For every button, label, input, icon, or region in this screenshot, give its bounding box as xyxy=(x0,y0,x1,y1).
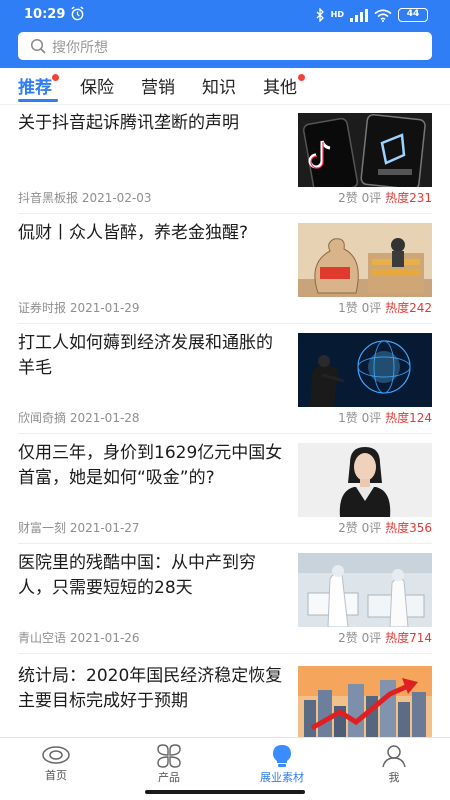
heat-score: 热度714 xyxy=(385,631,432,645)
article-thumbnail xyxy=(298,113,432,187)
search-icon xyxy=(30,38,46,54)
lightbulb-icon xyxy=(273,745,291,767)
likes-count: 2赞 xyxy=(338,191,358,205)
article-stats: 2赞 0评 热度714 xyxy=(338,629,432,646)
article-stats: 1赞 0评 热度124 xyxy=(338,409,432,426)
article-source: 青山空语 2021-01-26 xyxy=(18,631,140,645)
article-thumbnail xyxy=(298,666,432,737)
divider xyxy=(18,323,432,324)
bluetooth-icon xyxy=(316,8,324,22)
article-title: 打工人如何薅到经济发展和通胀的羊毛 xyxy=(18,333,273,378)
tab-other-badge xyxy=(298,74,305,81)
article-item[interactable]: 仅用三年，身价到1629亿元中国女首富，她是如何“吸金”的? 财富一刻 2021… xyxy=(0,435,450,545)
article-stats: 1赞 0评 热度242 xyxy=(338,299,432,316)
status-time: 10:29 xyxy=(24,7,66,22)
nav-home-label: 首页 xyxy=(45,769,67,782)
nav-products-label: 产品 xyxy=(158,771,180,784)
network-type-label: HD xyxy=(330,10,344,19)
nav-me-label: 我 xyxy=(388,771,400,784)
article-item[interactable]: 医院里的残酷中国：从中产到穷人，只需要短短的28天 青山空语 2021-01-2… xyxy=(0,545,450,655)
battery-indicator: 44 xyxy=(398,8,428,22)
top-header: 10:29 HD 44 搜你所想 xyxy=(0,0,450,68)
wifi-icon xyxy=(374,8,392,22)
heat-score: 热度231 xyxy=(385,191,432,205)
bottom-nav: 首页 产品 展业素材 我 xyxy=(0,737,450,785)
article-thumbnail xyxy=(298,553,432,627)
article-stats: 2赞 0评 热度356 xyxy=(338,519,432,536)
comments-count: 0评 xyxy=(361,411,382,425)
article-title: 仅用三年，身价到1629亿元中国女首富，她是如何“吸金”的? xyxy=(18,443,283,488)
likes-count: 1赞 xyxy=(338,411,358,425)
status-bar: 10:29 HD 44 xyxy=(0,0,450,30)
nav-home[interactable]: 首页 xyxy=(21,744,91,783)
nav-materials[interactable]: 展业素材 xyxy=(247,744,317,785)
article-item[interactable]: 打工人如何薅到经济发展和通胀的羊毛 欣闻奇摘 2021-01-28 1赞 0评 … xyxy=(0,325,450,435)
article-feed: 关于抖音起诉腾讯垄断的声明 抖音黑板报 2021-02-03 2赞 0评 热度2… xyxy=(0,105,450,737)
signal-icon xyxy=(350,8,368,22)
nav-materials-label: 展业素材 xyxy=(260,771,304,784)
heat-score: 热度242 xyxy=(385,301,432,315)
article-item[interactable]: 关于抖音起诉腾讯垄断的声明 抖音黑板报 2021-02-03 2赞 0评 热度2… xyxy=(0,105,450,215)
article-title: 医院里的残酷中国：从中产到穷人，只需要短短的28天 xyxy=(18,553,256,598)
article-thumbnail xyxy=(298,333,432,407)
divider xyxy=(18,653,432,654)
article-title: 侃财丨众人皆醉，养老金独醒? xyxy=(18,223,249,243)
divider xyxy=(18,543,432,544)
article-title: 关于抖音起诉腾讯垄断的声明 xyxy=(18,113,239,133)
tab-knowledge[interactable]: 知识 xyxy=(202,73,236,98)
article-title: 统计局：2020年国民经济稳定恢复 主要目标完成好于预期 xyxy=(18,666,283,711)
tab-other[interactable]: 其他 xyxy=(263,73,297,98)
tab-marketing[interactable]: 营销 xyxy=(141,73,175,98)
article-source: 欣闻奇摘 2021-01-28 xyxy=(18,411,140,425)
search-input[interactable]: 搜你所想 xyxy=(18,32,432,60)
comments-count: 0评 xyxy=(361,191,382,205)
article-source: 财富一刻 2021-01-27 xyxy=(18,521,140,535)
alarm-icon xyxy=(71,6,84,21)
nav-me[interactable]: 我 xyxy=(359,744,429,785)
comments-count: 0评 xyxy=(361,301,382,315)
article-item[interactable]: 侃财丨众人皆醉，养老金独醒? 证券时报 2021-01-29 1赞 0评 热度2… xyxy=(0,215,450,325)
divider xyxy=(18,433,432,434)
article-item[interactable]: 统计局：2020年国民经济稳定恢复 主要目标完成好于预期 xyxy=(0,658,450,737)
heat-score: 热度124 xyxy=(385,411,432,425)
likes-count: 2赞 xyxy=(338,521,358,535)
article-thumbnail xyxy=(298,443,432,517)
search-placeholder: 搜你所想 xyxy=(52,40,108,56)
article-source: 抖音黑板报 2021-02-03 xyxy=(18,191,152,205)
category-tabs: 推荐 保险 营销 知识 其他 xyxy=(0,68,450,104)
status-icons: HD 44 xyxy=(316,7,428,23)
article-stats: 2赞 0评 热度231 xyxy=(338,189,432,206)
comments-count: 0评 xyxy=(361,521,382,535)
article-source: 证券时报 2021-01-29 xyxy=(18,301,140,315)
tab-recommend[interactable]: 推荐 xyxy=(18,73,52,98)
home-indicator[interactable] xyxy=(145,790,305,794)
article-thumbnail xyxy=(298,223,432,297)
home-eye-icon xyxy=(42,746,70,764)
tab-recommend-badge xyxy=(52,74,59,81)
comments-count: 0评 xyxy=(361,631,382,645)
active-tab-indicator xyxy=(18,99,58,102)
person-icon xyxy=(382,745,406,768)
tab-insurance[interactable]: 保险 xyxy=(80,73,114,98)
likes-count: 1赞 xyxy=(338,301,358,315)
likes-count: 2赞 xyxy=(338,631,358,645)
nav-products[interactable]: 产品 xyxy=(134,744,204,785)
divider xyxy=(18,213,432,214)
grid-petals-icon xyxy=(157,744,181,768)
heat-score: 热度356 xyxy=(385,521,432,535)
